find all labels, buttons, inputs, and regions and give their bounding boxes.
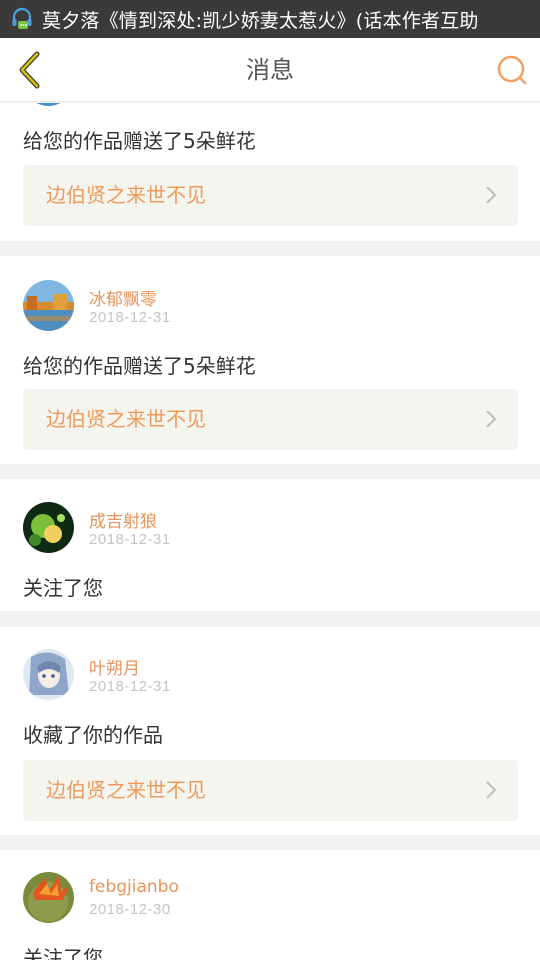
avatar[interactable] (23, 649, 74, 700)
avatar-image (23, 872, 74, 923)
status-bar: 莫夕落《情到深处:凯少娇妻太惹火》(话本作者互助 (0, 0, 540, 38)
avatar[interactable] (23, 872, 74, 923)
message-card[interactable]: 冰郁飘零 2018-12-31 给您的作品赠送了5朵鲜花 边伯贤之来世不见 (0, 256, 540, 464)
work-title: 边伯贤之来世不见 (46, 778, 206, 802)
message-date: 2018-12-31 (89, 531, 171, 548)
work-link[interactable]: 边伯贤之来世不见 (23, 389, 518, 450)
message-card[interactable]: 叶朔月 2018-12-31 收藏了你的作品 边伯贤之来世不见 (0, 627, 540, 835)
message-date: 2018-12-31 (89, 309, 171, 326)
page-title: 消息 (246, 56, 294, 84)
message-action-text: 给您的作品赠送了5朵鲜花 (23, 354, 256, 378)
avatar-image (23, 502, 74, 553)
username[interactable]: 叶朔月 (89, 654, 140, 679)
username[interactable]: 冰郁飘零 (89, 285, 157, 310)
message-action-text: 关注了您 (23, 576, 103, 600)
search-button[interactable] (494, 52, 530, 88)
app-header: 消息 (0, 38, 540, 102)
username[interactable]: febgjianbo (89, 877, 179, 897)
work-title: 边伯贤之来世不见 (46, 407, 206, 431)
avatar-image (23, 280, 74, 331)
search-icon (497, 55, 527, 85)
username[interactable]: 成吉射狼 (89, 507, 157, 532)
message-action-text: 给您的作品赠送了5朵鲜花 (23, 129, 256, 153)
message-card[interactable]: febgjianbo 2018-12-30 关注了您 (0, 850, 540, 960)
chevron-right-icon (486, 410, 497, 428)
message-list[interactable]: 给您的作品赠送了5朵鲜花 边伯贤之来世不见 冰郁飘零 2018-12-31 给您… (0, 103, 540, 960)
headset-app-icon (12, 7, 32, 29)
avatar-image (23, 649, 74, 700)
message-card[interactable]: 成吉射狼 2018-12-31 关注了您 (0, 479, 540, 611)
chevron-right-icon (486, 186, 497, 204)
message-action-text: 收藏了你的作品 (23, 723, 163, 747)
avatar[interactable] (23, 502, 74, 553)
avatar[interactable] (23, 103, 74, 106)
message-date: 2018-12-31 (89, 678, 171, 695)
message-date: 2018-12-30 (89, 901, 171, 918)
message-action-text: 关注了您 (23, 946, 103, 960)
chevron-right-icon (486, 781, 497, 799)
work-link[interactable]: 边伯贤之来世不见 (23, 165, 518, 226)
avatar[interactable] (23, 280, 74, 331)
work-link[interactable]: 边伯贤之来世不见 (23, 760, 518, 821)
work-title: 边伯贤之来世不见 (46, 183, 206, 207)
notification-text: 莫夕落《情到深处:凯少娇妻太惹火》(话本作者互助 (42, 9, 479, 32)
message-card[interactable]: 给您的作品赠送了5朵鲜花 边伯贤之来世不见 (0, 103, 540, 241)
